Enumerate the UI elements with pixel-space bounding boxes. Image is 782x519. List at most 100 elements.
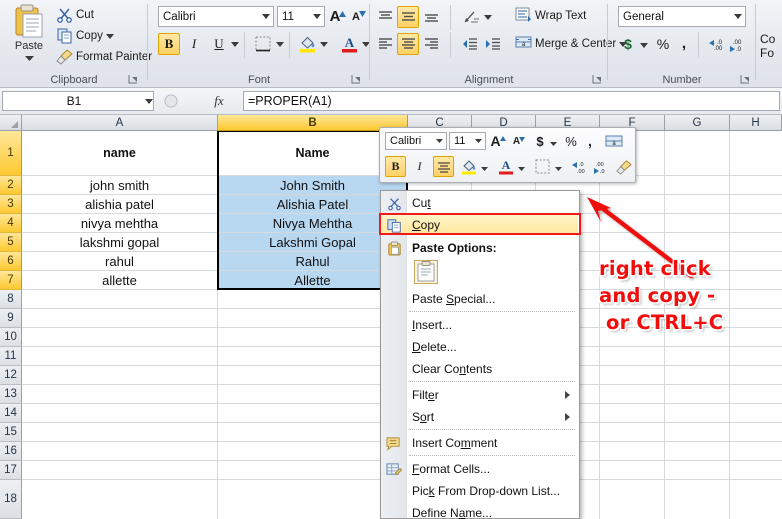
font-size-combo[interactable]: 11 bbox=[277, 6, 325, 27]
wrap-text-button[interactable]: Wrap Text bbox=[515, 6, 586, 25]
column-header-g[interactable]: G bbox=[665, 115, 730, 131]
number-format-combo[interactable]: General bbox=[618, 6, 746, 27]
cell-a3[interactable]: alishia patel bbox=[22, 195, 217, 213]
context-menu-item-delete[interactable]: Delete... bbox=[382, 337, 578, 357]
row-header-3[interactable]: 3 bbox=[0, 195, 22, 214]
borders-dropdown-caret-icon[interactable] bbox=[276, 38, 284, 50]
mini-increase-decimal-button[interactable]: .0 .00 bbox=[568, 156, 589, 177]
mini-bold-button[interactable]: B bbox=[385, 156, 406, 177]
row-header-7[interactable]: 7 bbox=[0, 271, 22, 290]
context-menu[interactable]: Cut Copy Paste Options: Paste Special...… bbox=[380, 190, 580, 519]
context-menu-item-insert-comment[interactable]: Insert Comment bbox=[382, 433, 578, 453]
underline-button[interactable]: U bbox=[208, 33, 230, 55]
context-menu-item-pick-from-dropdown[interactable]: Pick From Drop-down List... bbox=[382, 481, 578, 501]
row-header-4[interactable]: 4 bbox=[0, 214, 22, 233]
currency-dropdown-caret-icon[interactable] bbox=[640, 39, 648, 51]
row-header-8[interactable]: 8 bbox=[0, 290, 22, 309]
cell-a5[interactable]: lakshmi gopal bbox=[22, 233, 217, 251]
context-menu-item-format-cells[interactable]: Format Cells... bbox=[382, 459, 578, 479]
mini-fill-color-button[interactable] bbox=[458, 156, 479, 177]
chevron-down-icon[interactable] bbox=[259, 14, 273, 19]
formula-input[interactable]: =PROPER(A1) bbox=[243, 91, 780, 111]
paste-button[interactable]: Paste bbox=[6, 4, 52, 66]
row-header-12[interactable]: 12 bbox=[0, 366, 22, 385]
percent-button[interactable]: % bbox=[653, 33, 673, 55]
mini-borders-button[interactable] bbox=[532, 156, 553, 177]
context-menu-item-paste-special[interactable]: Paste Special... bbox=[382, 289, 578, 309]
mini-font-color-dropdown-caret-icon[interactable] bbox=[518, 162, 525, 174]
align-center-button[interactable] bbox=[397, 33, 419, 55]
column-header-h[interactable]: H bbox=[730, 115, 782, 131]
currency-button[interactable]: $ bbox=[618, 33, 638, 55]
number-dialog-launcher[interactable] bbox=[740, 74, 751, 85]
name-box[interactable]: B1 bbox=[2, 91, 154, 111]
orientation-button[interactable] bbox=[460, 6, 484, 28]
mini-percent-button[interactable]: % bbox=[562, 131, 580, 151]
cut-button[interactable]: Cut bbox=[56, 5, 94, 24]
mini-grow-font-button[interactable]: A bbox=[488, 131, 508, 151]
font-color-button[interactable]: A bbox=[338, 33, 360, 55]
align-right-button[interactable] bbox=[420, 33, 442, 55]
fill-color-dropdown-caret-icon[interactable] bbox=[320, 38, 328, 50]
format-painter-button[interactable]: Format Painter bbox=[56, 47, 152, 66]
cell-a6[interactable]: rahul bbox=[22, 252, 217, 270]
font-dialog-launcher[interactable] bbox=[351, 74, 362, 85]
context-menu-item-insert[interactable]: Insert... bbox=[382, 315, 578, 335]
cancel-formula-button[interactable] bbox=[160, 92, 182, 110]
align-left-button[interactable] bbox=[374, 33, 396, 55]
borders-button[interactable] bbox=[252, 33, 274, 55]
name-box-chevron-down-icon[interactable] bbox=[145, 95, 153, 107]
fill-color-button[interactable] bbox=[296, 33, 318, 55]
context-menu-item-filter[interactable]: Filter bbox=[382, 385, 578, 405]
cell-a1[interactable]: name bbox=[22, 131, 217, 175]
insert-function-button[interactable]: fx bbox=[208, 92, 230, 110]
mini-toolbar[interactable]: Calibri 11 A A $ % , a B I A .0 .00 .00 … bbox=[379, 127, 636, 183]
chevron-down-icon[interactable] bbox=[471, 139, 485, 143]
row-header-13[interactable]: 13 bbox=[0, 385, 22, 404]
row-header-16[interactable]: 16 bbox=[0, 442, 22, 461]
increase-decimal-button[interactable]: .0 .00 bbox=[704, 33, 726, 55]
font-family-combo[interactable]: Calibri bbox=[158, 6, 274, 27]
copy-dropdown-caret-icon[interactable] bbox=[105, 30, 114, 42]
shrink-font-button[interactable]: A bbox=[349, 6, 369, 27]
align-middle-button[interactable] bbox=[397, 6, 419, 28]
chevron-down-icon[interactable] bbox=[432, 139, 446, 143]
underline-dropdown-caret-icon[interactable] bbox=[231, 38, 239, 50]
mini-align-center-button[interactable] bbox=[433, 156, 454, 177]
grow-font-button[interactable]: A bbox=[328, 6, 348, 27]
copy-button[interactable]: Copy bbox=[56, 26, 114, 45]
conditional-formatting-label-line1[interactable]: Co bbox=[760, 32, 775, 46]
italic-button[interactable]: I bbox=[183, 33, 205, 55]
alignment-dialog-launcher[interactable] bbox=[592, 74, 603, 85]
row-header-11[interactable]: 11 bbox=[0, 347, 22, 366]
row-header-10[interactable]: 10 bbox=[0, 328, 22, 347]
align-bottom-button[interactable] bbox=[420, 6, 442, 28]
row-header-1[interactable]: 1 bbox=[0, 131, 22, 176]
chevron-down-icon[interactable] bbox=[731, 14, 745, 19]
conditional-formatting-label-line2[interactable]: Fo bbox=[760, 46, 775, 60]
paste-option-button[interactable] bbox=[413, 259, 439, 285]
row-header-17[interactable]: 17 bbox=[0, 461, 22, 480]
mini-borders-dropdown-caret-icon[interactable] bbox=[555, 162, 562, 174]
enter-formula-button[interactable] bbox=[182, 92, 196, 110]
row-header-6[interactable]: 6 bbox=[0, 252, 22, 271]
row-header-18[interactable]: 18 bbox=[0, 480, 22, 519]
context-menu-item-define-name[interactable]: Define Name... bbox=[382, 503, 578, 519]
context-menu-item-sort[interactable]: Sort bbox=[382, 407, 578, 427]
chevron-down-icon[interactable] bbox=[310, 14, 324, 19]
clipboard-dialog-launcher[interactable] bbox=[128, 74, 139, 85]
mini-merge-center-button[interactable]: a bbox=[602, 131, 626, 151]
row-header-14[interactable]: 14 bbox=[0, 404, 22, 423]
column-header-a[interactable]: A bbox=[22, 115, 218, 131]
orientation-dropdown-caret-icon[interactable] bbox=[484, 11, 492, 23]
increase-indent-button[interactable] bbox=[481, 33, 503, 55]
mini-comma-button[interactable]: , bbox=[583, 131, 597, 151]
decrease-indent-button[interactable] bbox=[458, 33, 480, 55]
mini-decrease-decimal-button[interactable]: .00 .0 bbox=[590, 156, 611, 177]
cell-a2[interactable]: john smith bbox=[22, 176, 217, 194]
mini-currency-button[interactable]: $ bbox=[532, 131, 548, 151]
paste-dropdown-caret-icon[interactable] bbox=[6, 52, 52, 64]
row-header-15[interactable]: 15 bbox=[0, 423, 22, 442]
context-menu-item-cut[interactable]: Cut bbox=[382, 193, 578, 213]
row-header-5[interactable]: 5 bbox=[0, 233, 22, 252]
